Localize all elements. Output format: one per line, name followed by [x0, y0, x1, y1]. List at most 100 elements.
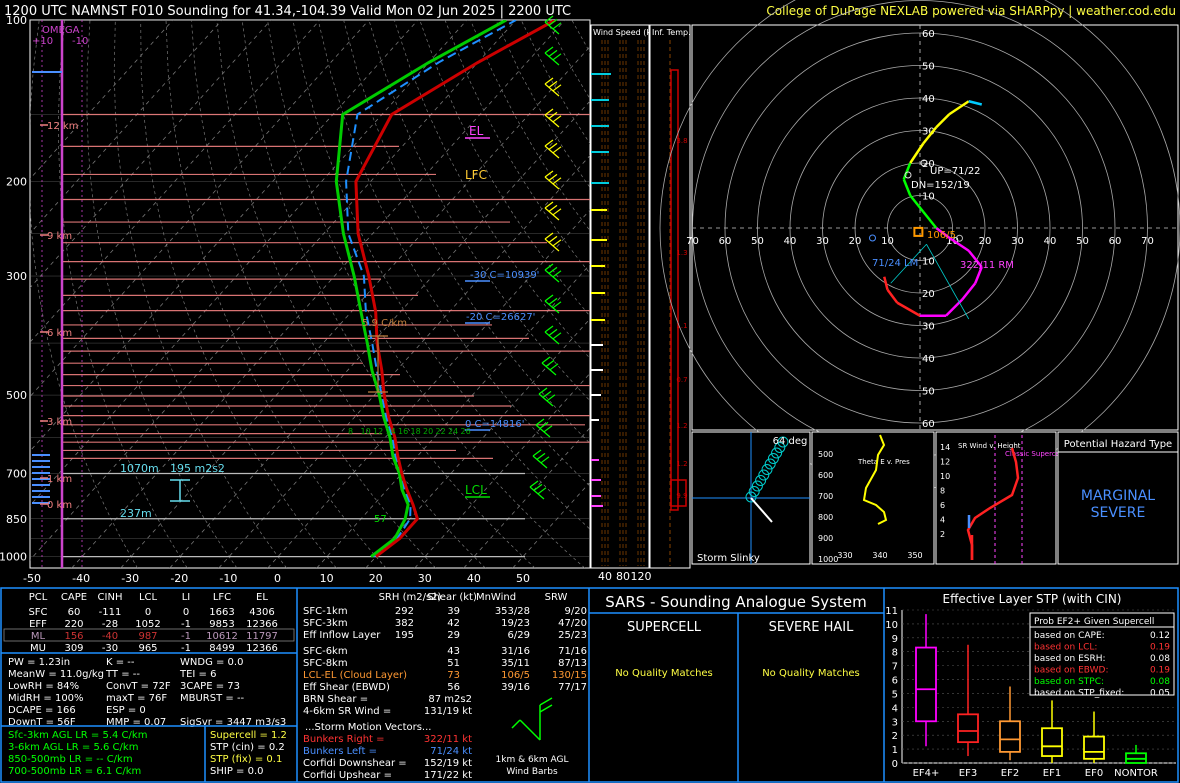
- ring-label: 50: [922, 387, 935, 398]
- kin-srh: 195: [395, 630, 414, 641]
- stp-ytick: 8: [892, 648, 898, 659]
- kin-mnwind: 39/16: [501, 682, 530, 693]
- parcel-cell: 4306: [249, 607, 274, 618]
- sfc-dewpoint-label: 57: [374, 514, 387, 525]
- isotherm-height: -30 C=10939': [470, 270, 539, 281]
- theta-e-xtick: 350: [907, 551, 922, 560]
- kin-mnwind: 35/11: [501, 658, 530, 669]
- figure-title: 1200 UTC NAMNST F010 Sounding for 41.34,…: [4, 4, 571, 19]
- ring-label: 60: [922, 419, 935, 430]
- parcel-header: CINH: [98, 592, 123, 603]
- index-value: WNDG = 0.0: [180, 657, 243, 668]
- hodograph-x-label: 20: [849, 236, 862, 247]
- pressure-tick: 200: [6, 176, 27, 189]
- sr-wind-ytick: 12: [940, 458, 950, 467]
- wind-speed-tick: 40: [598, 570, 612, 583]
- mixing-ratio-tick: 18: [411, 427, 421, 436]
- parcel-header: PCL: [29, 592, 48, 603]
- theta-e-ytick: 900: [818, 534, 833, 543]
- ring-label: 10: [922, 257, 935, 268]
- mixing-ratio-tick: 14: [386, 427, 396, 436]
- temp-tick: 40: [467, 572, 481, 585]
- kin-layer: Eff Shear (EBWD): [303, 682, 390, 693]
- parcel-header: LFC: [213, 592, 231, 603]
- kin-shear: 42: [447, 618, 460, 629]
- hazard-title: Potential Hazard Type: [1064, 439, 1172, 450]
- sars-supercell-result: No Quality Matches: [615, 668, 713, 679]
- kin-header: MnWind: [476, 592, 516, 603]
- theta-e-xtick: 340: [872, 551, 887, 560]
- parcel-cell: -28: [102, 619, 118, 630]
- kin-layer: LCL-EL (Cloud Layer): [303, 670, 407, 681]
- kin-srh: 382: [395, 618, 414, 629]
- pressure-tick: 850: [6, 513, 27, 526]
- temp-tick: -40: [72, 572, 90, 585]
- temp-tick: -30: [121, 572, 139, 585]
- parcel-cell: -111: [99, 607, 122, 618]
- theta-e-ytick: 800: [818, 513, 833, 522]
- hodograph-x-label: 50: [1076, 236, 1089, 247]
- eff-inflow-top: 1070m: [120, 462, 159, 475]
- stp-legend-label: based on LCL:: [1034, 643, 1097, 653]
- stp-legend-value: 0.05: [1150, 689, 1170, 699]
- index-value: K = --: [106, 657, 135, 668]
- sars-supercell-label: SUPERCELL: [627, 620, 702, 635]
- parcel-cell: 9853: [209, 619, 234, 630]
- temp-tick: 20: [369, 572, 383, 585]
- kin-shear: 56: [447, 682, 460, 693]
- height-label: 1 km: [47, 474, 72, 485]
- omega-tick: -10: [72, 36, 88, 47]
- height-label: 9 km: [47, 231, 72, 242]
- omega-tick: +10: [32, 36, 53, 47]
- sars-title: SARS - Sounding Analogue System: [605, 593, 866, 611]
- index-value: MidRH = 100%: [8, 693, 84, 704]
- mixing-ratio-tick: 8: [348, 427, 353, 436]
- parcel-cell: -1: [181, 619, 191, 630]
- theta-e-ytick: 500: [818, 450, 833, 459]
- temp-tick: -10: [219, 572, 237, 585]
- inf-temp-value: 1.2: [676, 460, 687, 468]
- sr-wind-ytick: 4: [940, 516, 945, 525]
- parcel-cell: 987: [138, 631, 157, 642]
- brn-label: BRN Shear =: [303, 694, 368, 705]
- stp-legend-value: 0.08: [1150, 677, 1170, 687]
- stp-category-label: EF3: [959, 768, 977, 779]
- kin-shear: 73: [447, 670, 460, 681]
- lapse-rate-annotation: 5.9 C/km: [362, 318, 407, 329]
- stp-legend-title: Prob EF2+ Given Supercell: [1034, 617, 1154, 627]
- kin-srh: 292: [395, 606, 414, 617]
- pressure-tick: 500: [6, 389, 27, 402]
- wind-speed-tick: 80: [616, 570, 630, 583]
- kin-shear: 29: [447, 630, 460, 641]
- composite-index: STP (cin) = 0.2: [210, 742, 285, 753]
- dn-label: DN=152/19: [911, 180, 970, 191]
- kin-mnwind: 6/29: [508, 630, 530, 641]
- mixing-ratio-tick: 10: [361, 427, 371, 436]
- brn-value: 87 m2s2: [428, 694, 472, 705]
- stp-ytick: 1: [892, 745, 898, 756]
- lapse-rate: 3-6km AGL LR = 5.6 C/km: [8, 742, 138, 753]
- storm-slinky-panel: Storm Slinky 64 deg: [691, 431, 811, 565]
- stp-box-ef3: [957, 644, 979, 757]
- mixing-ratio-tick: 20: [423, 427, 433, 436]
- inf-temp-value: 9.9: [676, 492, 687, 500]
- parcel-cell: 220: [64, 619, 83, 630]
- sr46-label: 4-6km SR Wind =: [303, 706, 391, 717]
- slinky-angle: 64 deg: [773, 436, 808, 447]
- index-value: PW = 1.23in: [8, 657, 70, 668]
- theta-e-ytick: 600: [818, 471, 833, 480]
- kin-srw: 25/23: [558, 630, 587, 641]
- parcel-cell: 11797: [246, 631, 278, 642]
- stp-box-ef2: [999, 686, 1021, 761]
- lapse-rate: 700-500mb LR = 6.1 C/km: [8, 766, 141, 777]
- mixing-ratio-tick: 12: [373, 427, 383, 436]
- sars-hail-label: SEVERE HAIL: [769, 620, 854, 635]
- parcel-cell: 12366: [246, 619, 278, 630]
- parcel-cell: SFC: [28, 607, 47, 618]
- height-label: 6 km: [47, 328, 72, 339]
- index-value: LowRH = 84%: [8, 681, 79, 692]
- stp-ytick: 5: [892, 689, 898, 700]
- parcel-cell: 0: [145, 607, 151, 618]
- parcel-cell: 60: [68, 607, 81, 618]
- stp-box-ef1: [1041, 700, 1063, 763]
